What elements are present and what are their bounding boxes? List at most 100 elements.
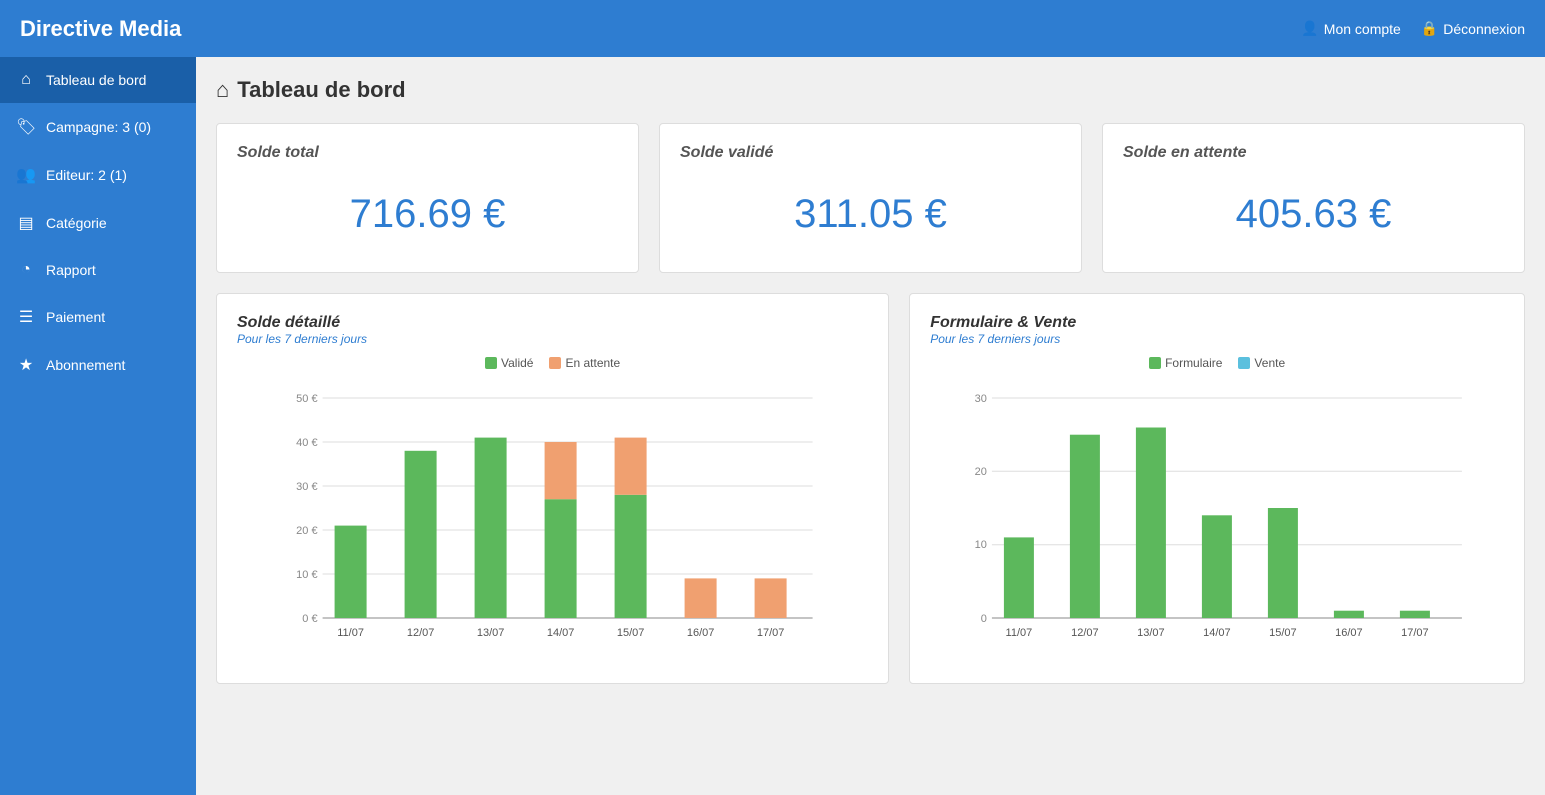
bar2-12-formulaire xyxy=(1070,435,1100,618)
bar2-15-formulaire xyxy=(1268,508,1298,618)
category-icon: ▤ xyxy=(16,213,36,233)
svg-text:0 €: 0 € xyxy=(302,613,317,625)
stat-value-attente: 405.63 € xyxy=(1123,192,1504,237)
legend-label-formulaire: Formulaire xyxy=(1165,356,1222,370)
users-icon: 👥 xyxy=(16,165,36,185)
stat-label-valide: Solde validé xyxy=(680,144,1061,162)
svg-text:16/07: 16/07 xyxy=(687,627,715,639)
sidebar-item-campagne[interactable]: 🏷 Campagne: 3 (0) xyxy=(0,103,196,151)
legend-label-vente: Vente xyxy=(1254,356,1285,370)
sidebar-label-tableau-de-bord: Tableau de bord xyxy=(46,72,146,88)
stat-label-total: Solde total xyxy=(237,144,618,162)
sidebar-label-editeur: Editeur: 2 (1) xyxy=(46,167,127,183)
chart-left-svg-wrapper: 50 € 40 € 30 € 20 € 10 € 0 € xyxy=(237,378,868,663)
svg-text:20: 20 xyxy=(975,466,987,478)
bar-13-valide xyxy=(475,438,507,618)
svg-text:13/07: 13/07 xyxy=(477,627,505,639)
svg-text:10: 10 xyxy=(975,539,987,551)
bar-15-valide xyxy=(615,495,647,618)
header-actions: 👤 Mon compte 🔒 Déconnexion xyxy=(1301,20,1525,37)
svg-text:40 €: 40 € xyxy=(296,437,317,449)
chart-formulaire-vente: Formulaire & Vente Pour les 7 derniers j… xyxy=(909,293,1525,684)
chart-right-svg-wrapper: 30 20 10 0 11/07 12/07 xyxy=(930,378,1504,663)
main-content: ⌂ Tableau de bord Solde total 716.69 € S… xyxy=(196,57,1545,795)
svg-text:20 €: 20 € xyxy=(296,525,317,537)
stats-row: Solde total 716.69 € Solde validé 311.05… xyxy=(216,123,1525,273)
legend-formulaire: Formulaire xyxy=(1149,356,1222,370)
sidebar-item-abonnement[interactable]: ★ Abonnement xyxy=(0,341,196,389)
legend-dot-attente xyxy=(549,357,561,369)
bar-15-attente xyxy=(615,438,647,495)
lock-icon: 🔒 xyxy=(1421,20,1438,37)
bar-11-valide xyxy=(335,526,367,618)
chart-solde-detaille: Solde détaillé Pour les 7 derniers jours… xyxy=(216,293,889,684)
page-title: ⌂ Tableau de bord xyxy=(216,77,1525,103)
legend-dot-valide xyxy=(485,357,497,369)
legend-attente: En attente xyxy=(549,356,620,370)
tag-icon: 🏷 xyxy=(16,117,36,137)
bar2-13-formulaire xyxy=(1136,428,1166,619)
app-layout: ⌂ Tableau de bord 🏷 Campagne: 3 (0) 👥 Ed… xyxy=(0,57,1545,795)
svg-text:11/07: 11/07 xyxy=(337,627,364,639)
chart-icon: ◔ xyxy=(16,261,36,279)
stat-value-valide: 311.05 € xyxy=(680,192,1061,237)
sidebar-item-rapport[interactable]: ◔ Rapport xyxy=(0,247,196,293)
svg-text:14/07: 14/07 xyxy=(1203,627,1231,639)
stat-label-attente: Solde en attente xyxy=(1123,144,1504,162)
svg-text:10 €: 10 € xyxy=(296,569,317,581)
chart-right-svg: 30 20 10 0 11/07 12/07 xyxy=(930,378,1504,658)
sidebar-item-editeur[interactable]: 👥 Editeur: 2 (1) xyxy=(0,151,196,199)
svg-text:17/07: 17/07 xyxy=(1401,627,1429,639)
sidebar-label-categorie: Catégorie xyxy=(46,215,107,231)
bar-14-attente xyxy=(545,442,577,499)
bar-12-valide xyxy=(405,451,437,618)
sidebar: ⌂ Tableau de bord 🏷 Campagne: 3 (0) 👥 Ed… xyxy=(0,57,196,795)
chart-left-svg: 50 € 40 € 30 € 20 € 10 € 0 € xyxy=(237,378,868,658)
svg-text:30 €: 30 € xyxy=(296,481,317,493)
svg-text:15/07: 15/07 xyxy=(1269,627,1297,639)
chart-right-title: Formulaire & Vente xyxy=(930,314,1504,332)
bar2-11-formulaire xyxy=(1004,537,1034,618)
stat-card-valide: Solde validé 311.05 € xyxy=(659,123,1082,273)
legend-vente: Vente xyxy=(1238,356,1285,370)
svg-text:11/07: 11/07 xyxy=(1006,627,1033,639)
chart-left-subtitle: Pour les 7 derniers jours xyxy=(237,332,868,346)
bar2-16-formulaire xyxy=(1334,611,1364,618)
legend-label-valide: Validé xyxy=(501,356,533,370)
stat-card-attente: Solde en attente 405.63 € xyxy=(1102,123,1525,273)
app-header: Directive Media 👤 Mon compte 🔒 Déconnexi… xyxy=(0,0,1545,57)
mon-compte-link[interactable]: 👤 Mon compte xyxy=(1301,20,1400,37)
deconnexion-link[interactable]: 🔒 Déconnexion xyxy=(1421,20,1525,37)
sidebar-label-campagne: Campagne: 3 (0) xyxy=(46,119,151,135)
chart-left-title: Solde détaillé xyxy=(237,314,868,332)
sidebar-item-paiement[interactable]: ☰ Paiement xyxy=(0,293,196,341)
bar2-14-formulaire xyxy=(1202,515,1232,618)
svg-text:30: 30 xyxy=(975,393,987,405)
svg-text:14/07: 14/07 xyxy=(547,627,575,639)
bar-14-valide xyxy=(545,499,577,618)
svg-text:0: 0 xyxy=(981,613,987,625)
star-icon: ★ xyxy=(16,355,36,375)
bar-17-attente xyxy=(755,578,787,618)
charts-row: Solde détaillé Pour les 7 derniers jours… xyxy=(216,293,1525,684)
sidebar-item-tableau-de-bord[interactable]: ⌂ Tableau de bord xyxy=(0,57,196,103)
home-icon: ⌂ xyxy=(16,71,36,89)
app-title: Directive Media xyxy=(20,16,181,42)
payment-icon: ☰ xyxy=(16,307,36,327)
svg-text:17/07: 17/07 xyxy=(757,627,785,639)
svg-text:16/07: 16/07 xyxy=(1335,627,1363,639)
sidebar-label-rapport: Rapport xyxy=(46,262,96,278)
svg-text:15/07: 15/07 xyxy=(617,627,645,639)
svg-text:50 €: 50 € xyxy=(296,393,317,405)
svg-text:12/07: 12/07 xyxy=(1071,627,1099,639)
legend-dot-formulaire xyxy=(1149,357,1161,369)
bar-16-attente xyxy=(685,578,717,618)
page-home-icon: ⌂ xyxy=(216,77,229,103)
sidebar-item-categorie[interactable]: ▤ Catégorie xyxy=(0,199,196,247)
user-icon: 👤 xyxy=(1301,20,1318,37)
sidebar-label-abonnement: Abonnement xyxy=(46,357,125,373)
legend-valide: Validé xyxy=(485,356,533,370)
legend-dot-vente xyxy=(1238,357,1250,369)
sidebar-label-paiement: Paiement xyxy=(46,309,105,325)
chart-left-legend: Validé En attente xyxy=(237,356,868,370)
